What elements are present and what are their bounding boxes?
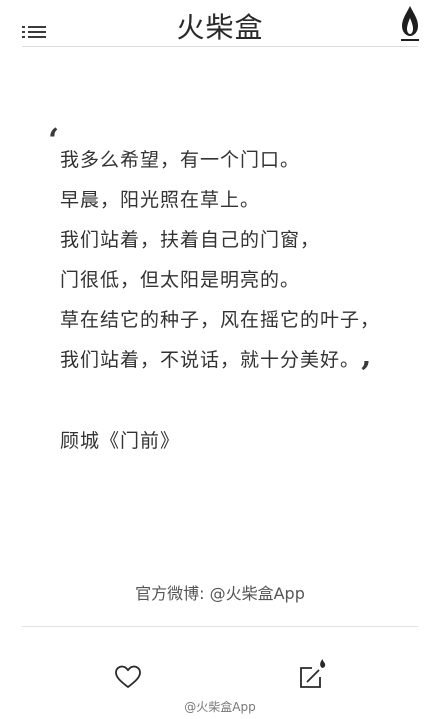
watermark-text: @火柴盒App <box>184 700 256 714</box>
heart-icon[interactable] <box>114 664 142 690</box>
poem-text: 我多么希望，有一个门口。 早晨，阳光照在草上。 我们站着，扶着自己的门窗， 门很… <box>60 140 420 380</box>
poem-line: 早晨，阳光照在草上。 <box>60 189 261 211</box>
app-title: 火柴盒 <box>176 11 264 44</box>
poem-line: 门很低，但太阳是明亮的。 <box>60 269 301 291</box>
header-divider <box>22 46 418 47</box>
open-quote-mark: ‘ <box>48 121 60 159</box>
match-flame-logo-icon <box>401 6 419 41</box>
footer-divider <box>22 626 418 627</box>
poem-line: 草在结它的种子，风在摇它的叶子， <box>60 309 381 331</box>
share-icon[interactable] <box>298 658 328 690</box>
poem-attribution: 顾城《门前》 <box>60 430 181 452</box>
close-quote-mark: ’ <box>360 354 372 392</box>
header: 火柴盒 <box>0 0 440 46</box>
poem-line: 我多么希望，有一个门口。 <box>60 149 301 171</box>
official-weibo-link[interactable]: 官方微博: @火柴盒App <box>0 580 440 604</box>
poem-line: 我们站着，扶着自己的门窗， <box>60 229 321 251</box>
